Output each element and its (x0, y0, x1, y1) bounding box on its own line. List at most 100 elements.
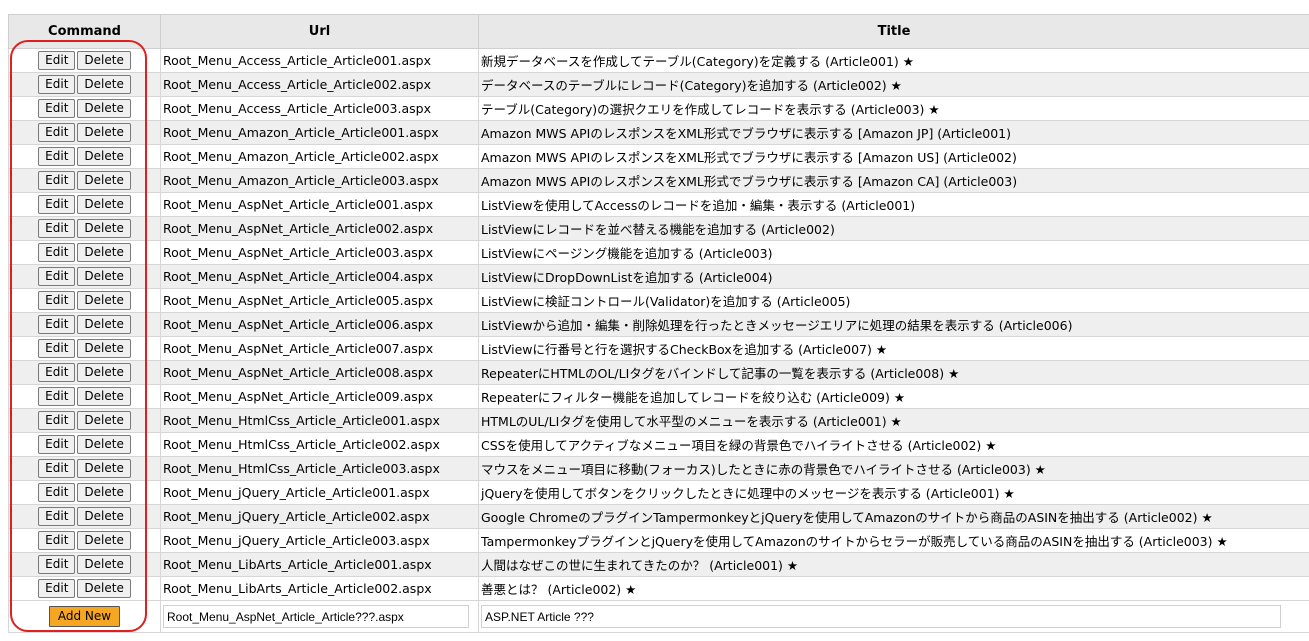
title-cell: ListViewに行番号と行を選択するCheckBoxを追加する (Articl… (478, 336, 1309, 361)
delete-button[interactable]: Delete (77, 51, 131, 70)
delete-button[interactable]: Delete (77, 459, 131, 478)
edit-button[interactable]: Edit (38, 411, 76, 430)
delete-button[interactable]: Delete (77, 267, 131, 286)
command-cell: Edit Delete (8, 480, 161, 505)
edit-button[interactable]: Edit (38, 219, 76, 238)
command-column-header: Command (8, 14, 161, 49)
url-cell: Root_Menu_HtmlCss_Article_Article003.asp… (160, 456, 479, 481)
new-title-input[interactable] (481, 605, 1281, 628)
url-cell: Root_Menu_Amazon_Article_Article003.aspx (160, 168, 479, 193)
url-cell: Root_Menu_HtmlCss_Article_Article001.asp… (160, 408, 479, 433)
title-cell: Amazon MWS APIのレスポンスをXML形式でブラウザに表示する [Am… (478, 144, 1309, 169)
command-cell: Edit Delete (8, 432, 161, 457)
table-row: Edit Delete Root_Menu_AspNet_Article_Artic… (8, 240, 1309, 265)
edit-button[interactable]: Edit (38, 99, 76, 118)
delete-button[interactable]: Delete (77, 147, 131, 166)
delete-button[interactable]: Delete (77, 243, 131, 262)
command-cell: Edit Delete (8, 528, 161, 553)
delete-button[interactable]: Delete (77, 219, 131, 238)
header-row: Command Url Title (8, 14, 1309, 49)
title-cell: データベースのテーブルにレコード(Category)を追加する (Article… (478, 72, 1309, 97)
edit-button[interactable]: Edit (38, 195, 76, 214)
edit-button[interactable]: Edit (38, 459, 76, 478)
edit-button[interactable]: Edit (38, 147, 76, 166)
command-cell: Edit Delete (8, 192, 161, 217)
command-cell: Edit Delete (8, 312, 161, 337)
table-row: Edit Delete Root_Menu_AspNet_Article_Artic… (8, 288, 1309, 313)
edit-button[interactable]: Edit (38, 387, 76, 406)
table-row: Edit Delete Root_Menu_jQuery_Article_Artic… (8, 528, 1309, 553)
delete-button[interactable]: Delete (77, 363, 131, 382)
edit-button[interactable]: Edit (38, 51, 76, 70)
delete-button[interactable]: Delete (77, 387, 131, 406)
command-cell: Edit Delete (8, 216, 161, 241)
title-cell: ListViewにDropDownListを追加する (Article004) (478, 264, 1309, 289)
edit-button[interactable]: Edit (38, 435, 76, 454)
url-cell: Root_Menu_Amazon_Article_Article002.aspx (160, 144, 479, 169)
table-row: Edit Delete Root_Menu_Amazon_Article_Artic… (8, 120, 1309, 145)
title-cell: マウスをメニュー項目に移動(フォーカス)したときに赤の背景色でハイライトさせる … (478, 456, 1309, 481)
new-url-input[interactable] (163, 605, 469, 628)
url-cell: Root_Menu_AspNet_Article_Article004.aspx (160, 264, 479, 289)
delete-button[interactable]: Delete (77, 99, 131, 118)
title-cell: jQueryを使用してボタンをクリックしたときに処理中のメッセージを表示する (… (478, 480, 1309, 505)
edit-button[interactable]: Edit (38, 483, 76, 502)
delete-button[interactable]: Delete (77, 339, 131, 358)
edit-button[interactable]: Edit (38, 579, 76, 598)
title-column-header: Title (478, 14, 1309, 49)
delete-button[interactable]: Delete (77, 483, 131, 502)
table-row: Edit Delete Root_Menu_jQuery_Article_Artic… (8, 504, 1309, 529)
delete-button[interactable]: Delete (77, 555, 131, 574)
table-row: Edit Delete Root_Menu_HtmlCss_Article_Arti… (8, 456, 1309, 481)
title-cell: ListViewから追加・編集・削除処理を行ったときメッセージエリアに処理の結果… (478, 312, 1309, 337)
url-cell: Root_Menu_Access_Article_Article002.aspx (160, 72, 479, 97)
delete-button[interactable]: Delete (77, 507, 131, 526)
edit-button[interactable]: Edit (38, 363, 76, 382)
edit-button[interactable]: Edit (38, 555, 76, 574)
title-cell: Repeaterにフィルター機能を追加してレコードを絞り込む (Article0… (478, 384, 1309, 409)
command-cell: Edit Delete (8, 576, 161, 601)
title-cell: TampermonkeyプラグインとjQueryを使用してAmazonのサイトか… (478, 528, 1309, 553)
title-cell: Amazon MWS APIのレスポンスをXML形式でブラウザに表示する [Am… (478, 120, 1309, 145)
edit-button[interactable]: Edit (38, 75, 76, 94)
command-cell: Edit Delete (8, 96, 161, 121)
table-row: Edit Delete Root_Menu_AspNet_Article_Artic… (8, 336, 1309, 361)
edit-button[interactable]: Edit (38, 531, 76, 550)
delete-button[interactable]: Delete (77, 291, 131, 310)
delete-button[interactable]: Delete (77, 579, 131, 598)
delete-button[interactable]: Delete (77, 531, 131, 550)
url-cell: Root_Menu_AspNet_Article_Article003.aspx (160, 240, 479, 265)
insert-url-cell (160, 600, 479, 633)
delete-button[interactable]: Delete (77, 75, 131, 94)
title-cell: ListViewにレコードを並べ替える機能を追加する (Article002) (478, 216, 1309, 241)
delete-button[interactable]: Delete (77, 195, 131, 214)
command-cell: Edit Delete (8, 552, 161, 577)
delete-button[interactable]: Delete (77, 123, 131, 142)
url-cell: Root_Menu_jQuery_Article_Article002.aspx (160, 504, 479, 529)
edit-button[interactable]: Edit (38, 507, 76, 526)
title-cell: Amazon MWS APIのレスポンスをXML形式でブラウザに表示する [Am… (478, 168, 1309, 193)
edit-button[interactable]: Edit (38, 243, 76, 262)
delete-button[interactable]: Delete (77, 171, 131, 190)
add-new-button[interactable]: Add New (48, 606, 121, 627)
edit-button[interactable]: Edit (38, 315, 76, 334)
table-row: Edit Delete Root_Menu_HtmlCss_Article_Arti… (8, 432, 1309, 457)
title-cell: HTMLのUL/LIタグを使用して水平型のメニューを表示する (Article0… (478, 408, 1309, 433)
table-row: Edit Delete Root_Menu_jQuery_Article_Artic… (8, 480, 1309, 505)
command-cell: Edit Delete (8, 240, 161, 265)
delete-button[interactable]: Delete (77, 315, 131, 334)
delete-button[interactable]: Delete (77, 411, 131, 430)
command-cell: Edit Delete (8, 288, 161, 313)
url-cell: Root_Menu_jQuery_Article_Article001.aspx (160, 480, 479, 505)
edit-button[interactable]: Edit (38, 291, 76, 310)
command-cell: Edit Delete (8, 360, 161, 385)
delete-button[interactable]: Delete (77, 435, 131, 454)
command-cell: Edit Delete (8, 384, 161, 409)
edit-button[interactable]: Edit (38, 171, 76, 190)
edit-button[interactable]: Edit (38, 123, 76, 142)
command-cell: Edit Delete (8, 264, 161, 289)
command-cell: Edit Delete (8, 144, 161, 169)
edit-button[interactable]: Edit (38, 267, 76, 286)
grid-body: Edit Delete Root_Menu_Access_Article_Artic… (8, 48, 1309, 601)
edit-button[interactable]: Edit (38, 339, 76, 358)
